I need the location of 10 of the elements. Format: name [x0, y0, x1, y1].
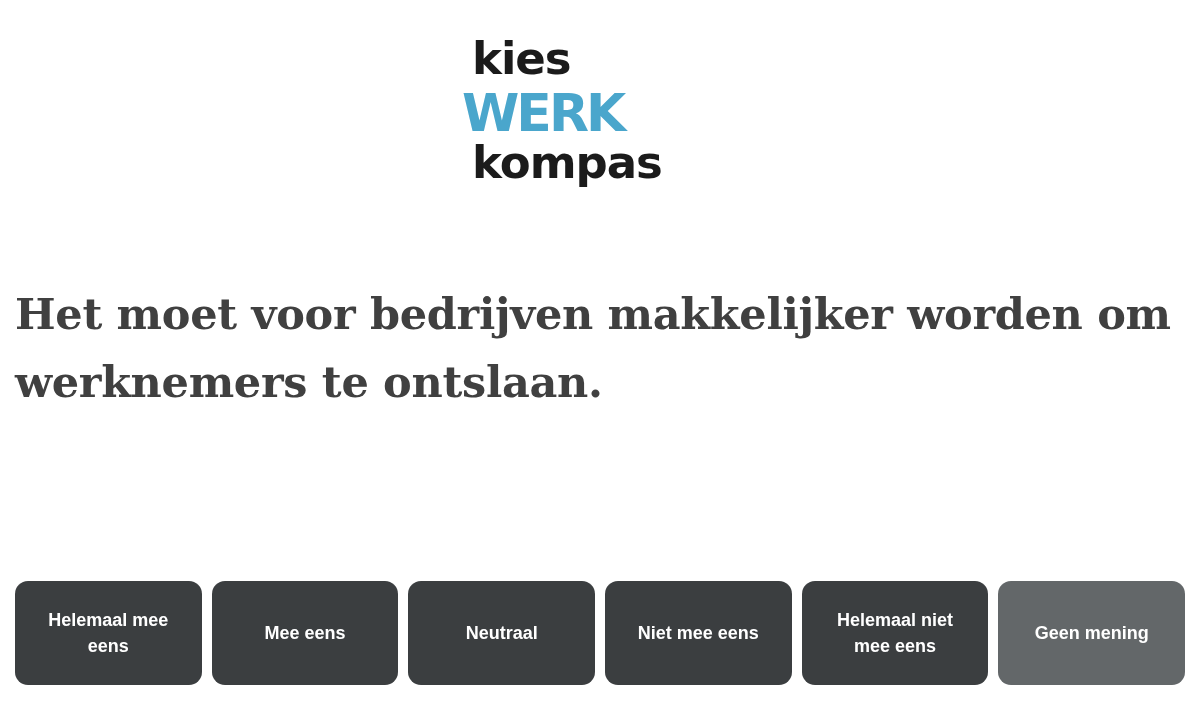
answer-button[interactable]: Helemaal mee eens — [15, 581, 202, 685]
logo-text: kompas — [471, 138, 662, 188]
answer-button[interactable]: Niet mee eens — [605, 581, 792, 685]
logo-text: kies — [471, 34, 571, 84]
answer-button[interactable]: Mee eens — [211, 581, 399, 685]
logo-text: WERK — [462, 88, 624, 138]
answer-button[interactable]: Neutraal — [408, 581, 595, 685]
answer-button[interactable]: Geen mening — [998, 581, 1185, 685]
question-text: Het moet voor bedrijven makkelijker worden om werknemers te ontslaan. — [15, 288, 1172, 409]
answer-button[interactable]: Helemaal niet mee eens — [801, 581, 989, 685]
